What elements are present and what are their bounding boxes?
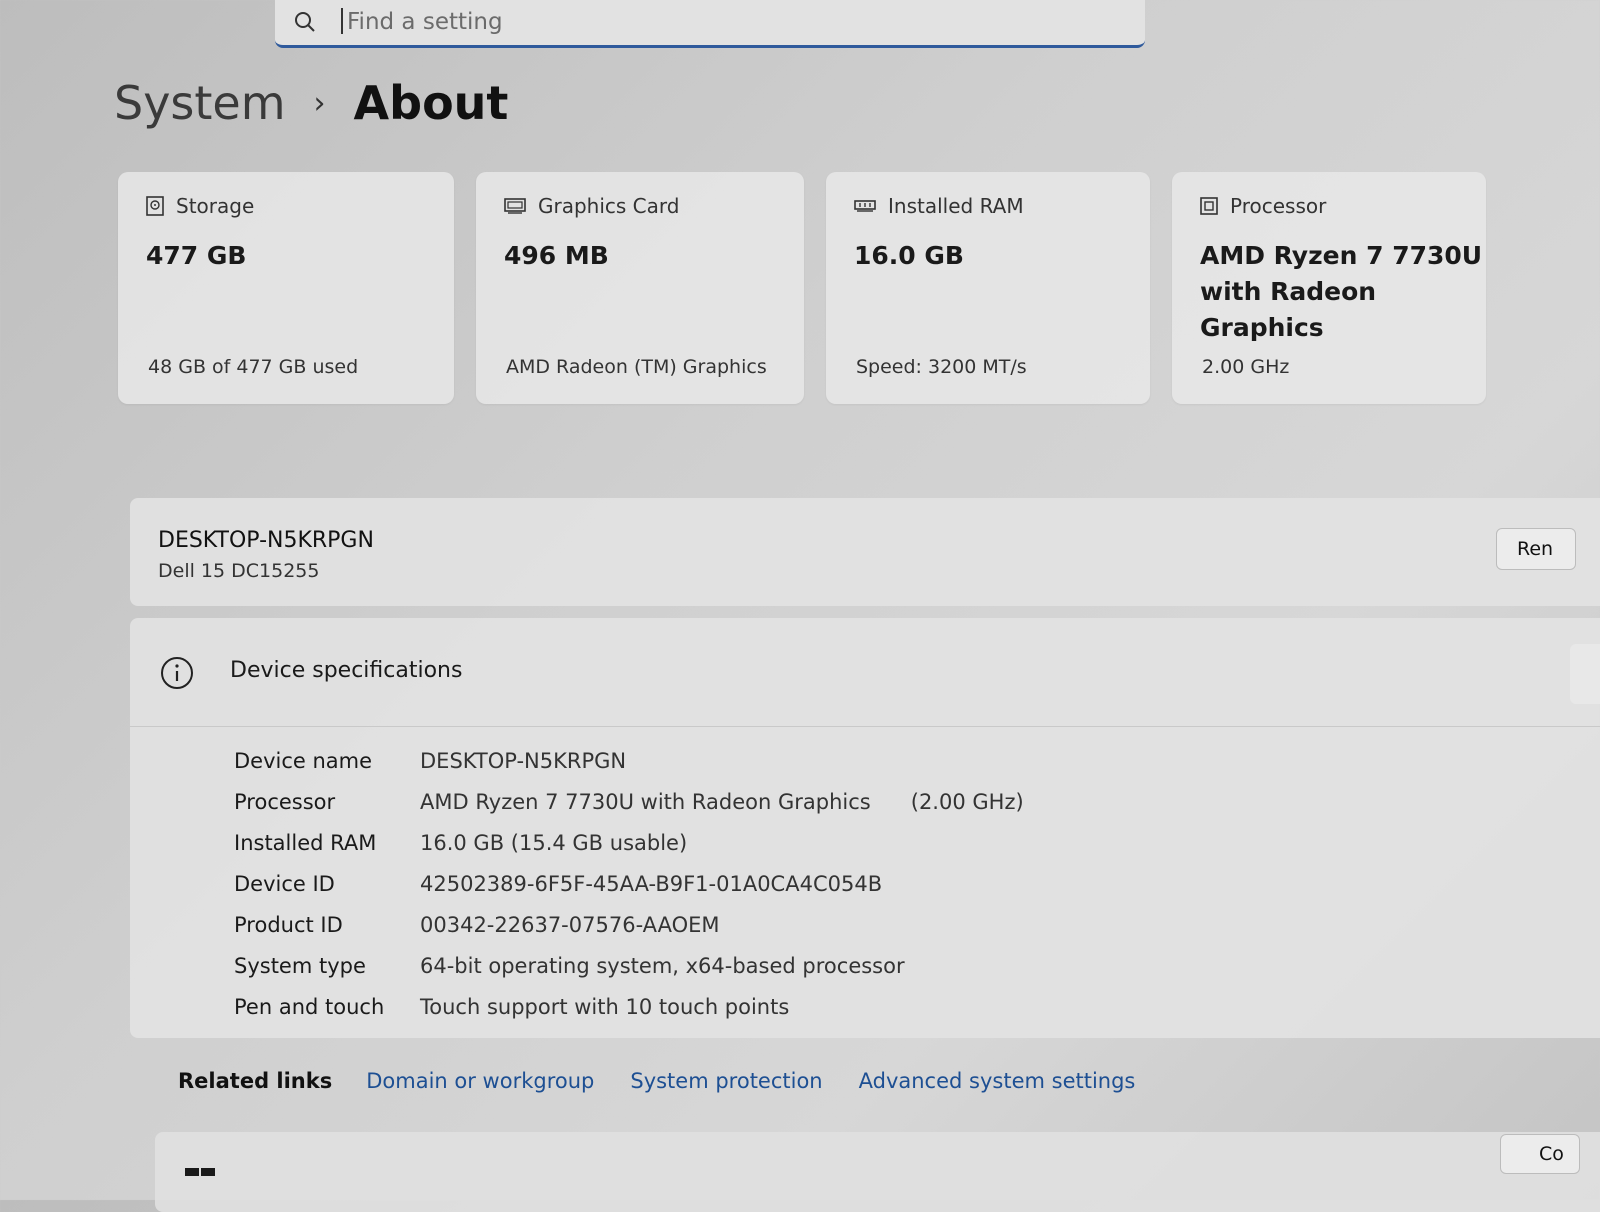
link-system-protection[interactable]: System protection — [630, 1069, 822, 1093]
spec-key: System type — [234, 953, 366, 978]
link-domain-or-workgroup[interactable]: Domain or workgroup — [366, 1069, 594, 1093]
windows-logo-icon — [185, 1168, 215, 1176]
card-storage-sub: 48 GB of 477 GB used — [148, 356, 359, 378]
device-specifications-header[interactable]: Device specifications — [130, 618, 1600, 727]
copy-button[interactable]: Co — [1500, 1134, 1580, 1174]
related-links: Related links Domain or workgroup System… — [150, 1048, 1600, 1114]
spec-value: 64-bit operating system, x64-based proce… — [420, 953, 905, 978]
related-links-label: Related links — [178, 1069, 333, 1093]
spec-key: Device ID — [234, 871, 335, 896]
card-processor[interactable]: Processor AMD Ryzen 7 7730U with Radeon … — [1172, 172, 1486, 404]
storage-icon — [146, 196, 164, 216]
spec-key: Pen and touch — [234, 994, 385, 1019]
card-graphics-value: 496 MB — [504, 241, 609, 270]
card-ram-label: Installed RAM — [888, 194, 1024, 218]
spec-value: 00342-22637-07576-AAOEM — [420, 912, 720, 937]
spec-value: AMD Ryzen 7 7730U with Radeon Graphics (… — [420, 789, 1024, 814]
card-ram[interactable]: Installed RAM 16.0 GB Speed: 3200 MT/s — [826, 172, 1150, 404]
card-storage-label: Storage — [176, 194, 255, 218]
chevron-right-icon: › — [313, 85, 326, 121]
breadcrumb: System › About — [114, 76, 508, 130]
info-icon — [161, 657, 193, 689]
card-storage-value: 477 GB — [146, 241, 247, 270]
spec-row: Device name DESKTOP-N5KRPGN — [234, 740, 1024, 781]
spec-key: Product ID — [234, 912, 343, 937]
spec-row: Pen and touch Touch support with 10 touc… — [234, 986, 1024, 1027]
search-input[interactable] — [345, 4, 1049, 40]
search-box[interactable] — [275, 0, 1145, 48]
card-ram-value: 16.0 GB — [854, 241, 964, 270]
card-storage[interactable]: Storage 477 GB 48 GB of 477 GB used — [118, 172, 454, 404]
card-processor-header: Processor — [1200, 194, 1326, 218]
spec-row: Product ID 00342-22637-07576-AAOEM — [234, 904, 1024, 945]
rename-button[interactable]: Ren — [1496, 528, 1576, 570]
windows-specifications-panel — [155, 1132, 1600, 1212]
card-processor-label: Processor — [1230, 194, 1327, 218]
card-processor-value: AMD Ryzen 7 7730U with Radeon Graphics — [1200, 241, 1483, 342]
breadcrumb-system[interactable]: System — [114, 76, 286, 130]
card-graphics-label: Graphics Card — [538, 194, 680, 218]
processor-icon — [1200, 197, 1218, 215]
spec-key: Processor — [234, 789, 336, 814]
ram-icon — [854, 200, 876, 212]
card-ram-sub: Speed: 3200 MT/s — [856, 356, 1027, 378]
link-advanced-system-settings[interactable]: Advanced system settings — [859, 1069, 1136, 1093]
device-specifications-panel: Device specifications Device name DESKTO… — [130, 618, 1600, 1038]
search-icon — [295, 12, 315, 32]
device-model: Dell 15 DC15255 — [158, 560, 320, 582]
spec-row: System type 64-bit operating system, x64… — [234, 945, 1024, 986]
card-graphics[interactable]: Graphics Card 496 MB AMD Radeon (TM) Gra… — [476, 172, 804, 404]
device-name-panel: DESKTOP-N5KRPGN Dell 15 DC15255 Ren — [130, 498, 1600, 606]
copy-specs-button[interactable] — [1570, 644, 1600, 704]
spec-key: Installed RAM — [234, 830, 377, 855]
card-graphics-sub: AMD Radeon (TM) Graphics — [506, 356, 767, 378]
spec-value: 16.0 GB (15.4 GB usable) — [420, 830, 688, 855]
card-processor-sub: 2.00 GHz — [1202, 356, 1290, 378]
specs-table: Device name DESKTOP-N5KRPGN Processor AM… — [234, 740, 1024, 1027]
spec-row: Device ID 42502389-6F5F-45AA-B9F1-01A0CA… — [234, 863, 1024, 904]
device-name: DESKTOP-N5KRPGN — [158, 528, 374, 553]
spec-row: Processor AMD Ryzen 7 7730U with Radeon … — [234, 781, 1024, 822]
device-specifications-title: Device specifications — [230, 658, 463, 683]
spec-value: DESKTOP-N5KRPGN — [420, 748, 627, 773]
spec-value: Touch support with 10 touch points — [420, 994, 790, 1019]
graphics-card-icon — [504, 198, 526, 214]
page-title: About — [353, 76, 509, 130]
text-caret — [341, 8, 343, 34]
card-storage-header: Storage — [146, 194, 254, 218]
card-graphics-header: Graphics Card — [504, 194, 679, 218]
card-ram-header: Installed RAM — [854, 194, 1024, 218]
spec-value: 42502389-6F5F-45AA-B9F1-01A0CA4C054B — [420, 871, 883, 896]
spec-key: Device name — [234, 748, 373, 773]
spec-row: Installed RAM 16.0 GB (15.4 GB usable) — [234, 822, 1024, 863]
